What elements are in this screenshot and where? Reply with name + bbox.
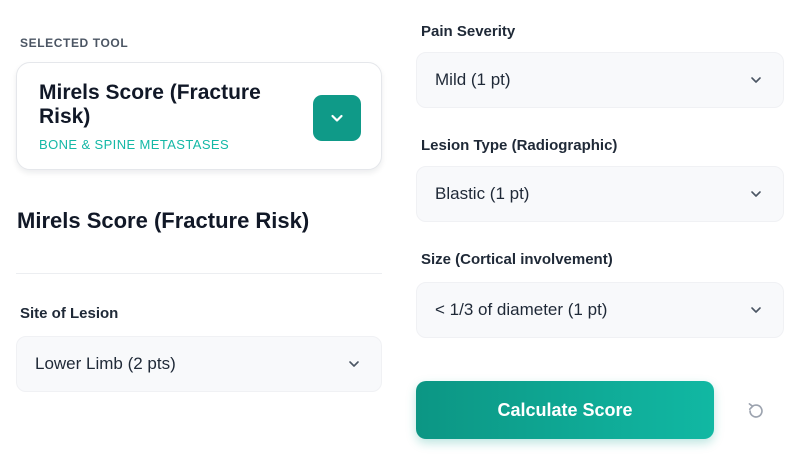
site-of-lesion-label: Site of Lesion [20, 305, 119, 322]
divider [16, 273, 382, 274]
chevron-down-icon [751, 77, 761, 83]
selected-tool-card[interactable]: Mirels Score (Fracture Risk) BONE & SPIN… [16, 62, 382, 170]
size-select[interactable]: < 1/3 of diameter (1 pt) [416, 282, 784, 338]
lesion-type-value: Blastic (1 pt) [435, 184, 530, 203]
site-of-lesion-value: Lower Limb (2 pts) [35, 354, 176, 373]
pain-severity-value: Mild (1 pt) [435, 70, 511, 89]
site-of-lesion-select[interactable]: Lower Limb (2 pts) [16, 336, 382, 392]
size-label: Size (Cortical involvement) [421, 251, 613, 268]
lesion-type-label: Lesion Type (Radiographic) [421, 137, 618, 154]
selected-tool-label: SELECTED TOOL [20, 36, 129, 50]
reset-button[interactable] [742, 397, 770, 425]
pain-severity-label: Pain Severity [421, 23, 516, 40]
lesion-type-select[interactable]: Blastic (1 pt) [416, 166, 784, 222]
selected-tool-category: BONE & SPINE METASTASES [39, 137, 230, 152]
selected-tool-title: Mirels Score (Fracture Risk) [39, 81, 261, 128]
tool-dropdown-toggle-button[interactable] [313, 95, 361, 141]
chevron-down-icon [349, 361, 359, 367]
pain-severity-select[interactable]: Mild (1 pt) [416, 52, 784, 108]
size-value: < 1/3 of diameter (1 pt) [435, 300, 608, 319]
chevron-down-icon [751, 191, 761, 197]
calculate-score-button[interactable]: Calculate Score [416, 381, 714, 439]
reset-icon [748, 403, 763, 418]
chevron-down-icon [331, 114, 343, 122]
chevron-down-icon [751, 307, 761, 313]
calculator-title: Mirels Score (Fracture Risk) [17, 208, 310, 233]
